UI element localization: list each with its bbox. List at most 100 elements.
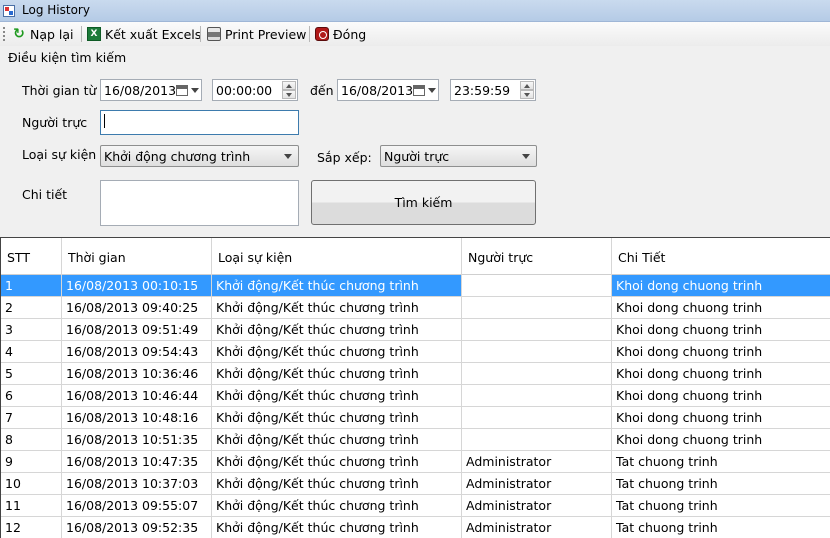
cell-time[interactable]: 16/08/2013 10:51:35 <box>62 429 212 451</box>
cell-detail[interactable]: Khoi dong chuong trinh <box>612 407 830 429</box>
cell-event-type[interactable]: Khởi động/Kết thúc chương trình <box>212 495 462 517</box>
sort-select[interactable]: Người trực <box>380 145 537 167</box>
time-to-spin-buttons[interactable] <box>520 81 534 99</box>
cell-event-type[interactable]: Khởi động/Kết thúc chương trình <box>212 517 462 538</box>
cell-operator[interactable]: Administrator <box>462 451 612 473</box>
cell-operator[interactable]: Administrator <box>462 495 612 517</box>
cell-time[interactable]: 16/08/2013 09:52:35 <box>62 517 212 538</box>
cell-detail[interactable]: Khoi dong chuong trinh <box>612 275 830 297</box>
cell-operator[interactable] <box>462 319 612 341</box>
print-preview-button[interactable]: Print Preview <box>207 25 306 43</box>
table-row[interactable]: 2 16/08/2013 09:40:25 Khởi động/Kết thúc c… <box>1 297 830 319</box>
spin-up-icon[interactable] <box>520 81 534 90</box>
cell-time[interactable]: 16/08/2013 10:47:35 <box>62 451 212 473</box>
cell-event-type[interactable]: Khởi động/Kết thúc chương trình <box>212 297 462 319</box>
column-header-time[interactable]: Thời gian <box>62 238 212 275</box>
cell-stt[interactable]: 10 <box>1 473 62 495</box>
spin-down-icon[interactable] <box>282 90 296 99</box>
cell-operator[interactable] <box>462 429 612 451</box>
table-row[interactable]: 5 16/08/2013 10:36:46 Khởi động/Kết thúc c… <box>1 363 830 385</box>
table-row[interactable]: 11 16/08/2013 09:55:07 Khởi động/Kết thúc … <box>1 495 830 517</box>
cell-stt[interactable]: 9 <box>1 451 62 473</box>
table-row[interactable]: 12 16/08/2013 09:52:35 Khởi động/Kết thúc … <box>1 517 830 538</box>
table-row[interactable]: 4 16/08/2013 09:54:43 Khởi động/Kết thúc c… <box>1 341 830 363</box>
cell-stt[interactable]: 12 <box>1 517 62 538</box>
cell-event-type[interactable]: Khởi động/Kết thúc chương trình <box>212 341 462 363</box>
spin-up-icon[interactable] <box>282 81 296 90</box>
detail-textarea[interactable] <box>100 180 299 226</box>
cell-operator[interactable] <box>462 297 612 319</box>
cell-operator[interactable]: Administrator <box>462 517 612 538</box>
cell-stt[interactable]: 3 <box>1 319 62 341</box>
cell-event-type[interactable]: Khởi động/Kết thúc chương trình <box>212 451 462 473</box>
cell-time[interactable]: 16/08/2013 09:55:07 <box>62 495 212 517</box>
cell-operator[interactable] <box>462 363 612 385</box>
table-row[interactable]: 7 16/08/2013 10:48:16 Khởi động/Kết thúc c… <box>1 407 830 429</box>
cell-operator[interactable] <box>462 341 612 363</box>
column-header-detail[interactable]: Chi Tiết <box>612 238 830 275</box>
cell-stt[interactable]: 4 <box>1 341 62 363</box>
cell-event-type[interactable]: Khởi động/Kết thúc chương trình <box>212 275 462 297</box>
log-grid[interactable]: STT Thời gian Loại sự kiện Người trực Ch… <box>0 237 830 538</box>
cell-stt[interactable]: 5 <box>1 363 62 385</box>
cell-stt[interactable]: 8 <box>1 429 62 451</box>
column-header-operator[interactable]: Người trực <box>462 238 612 275</box>
column-header-stt[interactable]: STT <box>1 238 62 275</box>
date-to-picker[interactable]: 16/08/2013 <box>337 79 439 101</box>
cell-event-type[interactable]: Khởi động/Kết thúc chương trình <box>212 319 462 341</box>
time-from-spin-buttons[interactable] <box>282 81 296 99</box>
cell-time[interactable]: 16/08/2013 09:54:43 <box>62 341 212 363</box>
cell-stt[interactable]: 6 <box>1 385 62 407</box>
table-row[interactable]: 10 16/08/2013 10:37:03 Khởi động/Kết thúc … <box>1 473 830 495</box>
date-from-picker[interactable]: 16/08/2013 <box>100 79 202 101</box>
cell-detail[interactable]: Khoi dong chuong trinh <box>612 297 830 319</box>
cell-operator[interactable] <box>462 407 612 429</box>
cell-detail[interactable]: Tat chuong trinh <box>612 517 830 538</box>
cell-time[interactable]: 16/08/2013 10:37:03 <box>62 473 212 495</box>
cell-detail[interactable]: Khoi dong chuong trinh <box>612 319 830 341</box>
cell-time[interactable]: 16/08/2013 09:51:49 <box>62 319 212 341</box>
column-header-event-type[interactable]: Loại sự kiện <box>212 238 462 275</box>
cell-detail[interactable]: Tat chuong trinh <box>612 473 830 495</box>
table-row[interactable]: 6 16/08/2013 10:46:44 Khởi động/Kết thúc c… <box>1 385 830 407</box>
cell-detail[interactable]: Khoi dong chuong trinh <box>612 341 830 363</box>
cell-event-type[interactable]: Khởi động/Kết thúc chương trình <box>212 363 462 385</box>
search-button[interactable]: Tìm kiếm <box>311 180 536 225</box>
cell-time[interactable]: 16/08/2013 10:36:46 <box>62 363 212 385</box>
cell-time[interactable]: 16/08/2013 10:48:16 <box>62 407 212 429</box>
cell-detail[interactable]: Khoi dong chuong trinh <box>612 385 830 407</box>
event-type-select[interactable]: Khởi động chương trình <box>100 145 299 167</box>
date-to-dropdown[interactable] <box>406 82 436 98</box>
toolbar-grip[interactable] <box>3 27 5 41</box>
cell-detail[interactable]: Tat chuong trinh <box>612 495 830 517</box>
time-from-spinner[interactable]: 00:00:00 <box>212 79 298 101</box>
reload-button[interactable]: ↻ Nạp lại <box>12 25 73 43</box>
cell-time[interactable]: 16/08/2013 00:10:15 <box>62 275 212 297</box>
cell-operator[interactable]: Administrator <box>462 473 612 495</box>
table-row[interactable]: 8 16/08/2013 10:51:35 Khởi động/Kết thúc c… <box>1 429 830 451</box>
table-row[interactable]: 3 16/08/2013 09:51:49 Khởi động/Kết thúc c… <box>1 319 830 341</box>
spin-down-icon[interactable] <box>520 90 534 99</box>
cell-detail[interactable]: Tat chuong trinh <box>612 451 830 473</box>
cell-detail[interactable]: Khoi dong chuong trinh <box>612 363 830 385</box>
cell-detail[interactable]: Khoi dong chuong trinh <box>612 429 830 451</box>
cell-stt[interactable]: 1 <box>1 275 62 297</box>
time-to-spinner[interactable]: 23:59:59 <box>450 79 536 101</box>
cell-event-type[interactable]: Khởi động/Kết thúc chương trình <box>212 429 462 451</box>
cell-event-type[interactable]: Khởi động/Kết thúc chương trình <box>212 473 462 495</box>
cell-operator[interactable] <box>462 385 612 407</box>
cell-stt[interactable]: 11 <box>1 495 62 517</box>
close-button[interactable]: Đóng <box>315 25 366 43</box>
cell-time[interactable]: 16/08/2013 09:40:25 <box>62 297 212 319</box>
table-row[interactable]: 1 16/08/2013 00:10:15 Khởi động/Kết thúc c… <box>1 275 830 297</box>
export-excel-button[interactable]: X Kết xuất Excels <box>87 25 201 43</box>
cell-event-type[interactable]: Khởi động/Kết thúc chương trình <box>212 385 462 407</box>
cell-stt[interactable]: 2 <box>1 297 62 319</box>
table-row[interactable]: 9 16/08/2013 10:47:35 Khởi động/Kết thúc c… <box>1 451 830 473</box>
operator-input[interactable] <box>100 110 299 135</box>
cell-operator[interactable] <box>462 275 612 297</box>
date-from-dropdown[interactable] <box>169 82 199 98</box>
cell-stt[interactable]: 7 <box>1 407 62 429</box>
cell-event-type[interactable]: Khởi động/Kết thúc chương trình <box>212 407 462 429</box>
cell-time[interactable]: 16/08/2013 10:46:44 <box>62 385 212 407</box>
